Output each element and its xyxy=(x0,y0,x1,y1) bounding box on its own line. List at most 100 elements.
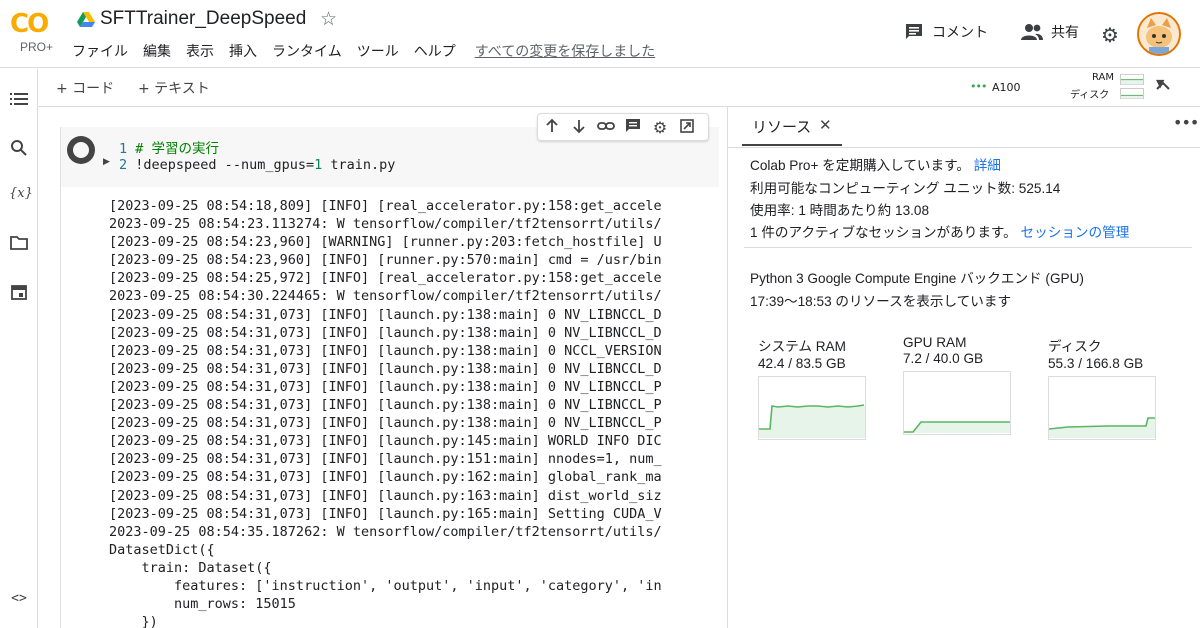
runtime-status[interactable]: ••• A100 RAM ディスク ▼ xyxy=(970,72,1170,103)
divider xyxy=(728,147,1200,148)
cell-settings-gear-icon[interactable]: ⚙ xyxy=(650,118,670,138)
menu-runtime[interactable]: ランタイム xyxy=(272,41,342,61)
colab-logo[interactable]: CO PRO+ xyxy=(10,9,58,57)
share-button[interactable]: 共有 xyxy=(1020,22,1079,42)
comment-icon[interactable] xyxy=(623,118,643,138)
people-icon xyxy=(1021,24,1043,40)
output-line: [2023-09-25 08:54:23,960] [INFO] [runner… xyxy=(109,252,662,269)
gauge-title: システム RAM xyxy=(758,339,846,354)
collapse-chevron-up-icon[interactable] xyxy=(1155,77,1171,96)
gpu-ram-gauge: GPU RAM 7.2 / 40.0 GB xyxy=(903,335,1023,435)
compute-units-text: 利用可能なコンピューティング ユニット数: 525.14 xyxy=(750,181,1061,196)
menu-edit[interactable]: 編集 xyxy=(143,41,171,61)
calendar-icon[interactable] xyxy=(9,283,29,303)
search-icon[interactable] xyxy=(9,139,29,159)
run-cell-button[interactable] xyxy=(67,136,95,164)
details-link[interactable]: 詳細 xyxy=(974,158,1001,173)
sessions-line: 1 件のアクティブなセッションがあります。 セッションの管理 xyxy=(750,221,1129,241)
disk-mini-bar xyxy=(1120,88,1144,99)
system-ram-chart xyxy=(758,376,866,440)
gauge-value: 55.3 / 166.8 GB xyxy=(1048,356,1144,371)
output-line: DatasetDict({ xyxy=(109,541,215,558)
output-line: [2023-09-25 08:54:31,073] [INFO] [launch… xyxy=(109,342,662,359)
menu-bar: ファイル 編集 表示 挿入 ランタイム ツール ヘルプ すべての変更を保存しまし… xyxy=(72,41,670,61)
menu-insert[interactable]: 挿入 xyxy=(229,41,257,61)
output-line: [2023-09-25 08:54:31,073] [INFO] [launch… xyxy=(109,306,662,323)
accelerator-label: A100 xyxy=(992,81,1021,94)
output-line: [2023-09-25 08:54:31,073] [INFO] [launch… xyxy=(109,433,662,450)
output-line: [2023-09-25 08:54:31,073] [INFO] [launch… xyxy=(109,360,662,377)
ram-mini-bar xyxy=(1120,74,1144,85)
disk-gauge: ディスク 55.3 / 166.8 GB xyxy=(1048,335,1168,440)
menu-tools[interactable]: ツール xyxy=(357,41,399,61)
output-line: [2023-09-25 08:54:23,960] [WARNING] [run… xyxy=(109,234,662,251)
output-line: [2023-09-25 08:54:31,073] [INFO] [launch… xyxy=(109,378,662,395)
time-range-text: 17:39〜18:53 のリソースを表示しています xyxy=(750,294,1012,309)
disk-chart xyxy=(1048,376,1156,440)
output-line: features: ['instruction', 'output', 'inp… xyxy=(109,577,662,594)
comment-button[interactable]: コメント xyxy=(904,22,988,42)
output-line: [2023-09-25 08:54:25,972] [INFO] [real_a… xyxy=(109,270,662,287)
close-icon[interactable]: ✕ xyxy=(819,116,832,134)
subscription-line: Colab Pro+ を定期購入しています。 詳細 xyxy=(750,154,1001,174)
output-line: 2023-09-25 08:54:30.224465: W tensorflow… xyxy=(109,288,662,305)
tab-indicator xyxy=(742,144,842,146)
menu-view[interactable]: 表示 xyxy=(186,41,214,61)
code-line: 1 # 学習の実行 xyxy=(119,137,219,157)
gauge-value: 7.2 / 40.0 GB xyxy=(903,351,984,366)
output-line: [2023-09-25 08:54:18,809] [INFO] [real_a… xyxy=(109,198,662,214)
open-in-tab-icon[interactable] xyxy=(677,118,697,138)
output-line: [2023-09-25 08:54:31,073] [INFO] [launch… xyxy=(109,505,662,522)
menu-file[interactable]: ファイル xyxy=(72,41,128,61)
resources-panel: リソース ✕ ••• Colab Pro+ を定期購入しています。 詳細 利用可… xyxy=(727,107,1200,628)
output-line: }) xyxy=(109,614,158,628)
drive-icon[interactable] xyxy=(77,12,95,32)
manage-sessions-link[interactable]: セッションの管理 xyxy=(1021,225,1130,240)
cell-output: [2023-09-25 08:54:18,809] [INFO] [real_a… xyxy=(109,197,715,628)
add-code-button[interactable]: + コード xyxy=(56,78,114,98)
move-down-arrow-icon[interactable] xyxy=(569,118,589,138)
output-line: [2023-09-25 08:54:31,073] [INFO] [launch… xyxy=(109,324,662,341)
settings-gear-icon[interactable]: ⚙ xyxy=(1101,23,1119,47)
comment-label: コメント xyxy=(932,25,988,41)
line-number: 2 xyxy=(119,157,128,173)
code-snippets-icon[interactable]: <> xyxy=(9,591,29,611)
ram-label: RAM xyxy=(1092,72,1115,83)
more-options-icon[interactable]: ••• xyxy=(1173,113,1199,132)
divider xyxy=(744,247,1192,248)
variables-icon[interactable]: {x} xyxy=(9,186,33,206)
notebook-area: ▶ 1 # 学習の実行 2 !deepspeed --num_gpus=1 tr… xyxy=(38,107,747,628)
code-line: 2 !deepspeed --num_gpus=1 train.py xyxy=(119,157,395,173)
app-header: CO PRO+ SFTTrainer_DeepSpeed ☆ ファイル 編集 表… xyxy=(0,0,1200,68)
code-comment: # 学習の実行 xyxy=(135,141,220,157)
code-number: 1 xyxy=(314,157,323,173)
link-icon[interactable] xyxy=(596,118,616,138)
cell-toolbar: ⚙ xyxy=(537,113,709,141)
logo-badge: PRO+ xyxy=(20,40,54,54)
system-ram-gauge: システム RAM 42.4 / 83.5 GB xyxy=(758,335,878,440)
expand-caret-icon[interactable]: ▶ xyxy=(103,157,110,167)
gauge-title: GPU RAM xyxy=(903,335,967,350)
code-cell[interactable]: ▶ 1 # 学習の実行 2 !deepspeed --num_gpus=1 tr… xyxy=(60,113,747,628)
notebook-toolbar: + コード + テキスト ••• A100 RAM ディスク ▼ xyxy=(38,69,1200,107)
output-line: 2023-09-25 08:54:35.187262: W tensorflow… xyxy=(109,523,662,540)
move-up-arrow-icon[interactable] xyxy=(542,118,562,138)
menu-help[interactable]: ヘルプ xyxy=(414,41,456,61)
add-text-button[interactable]: + テキスト xyxy=(138,78,210,98)
star-icon[interactable]: ☆ xyxy=(320,8,337,30)
table-of-contents-icon[interactable] xyxy=(9,91,29,111)
resources-tab[interactable]: リソース xyxy=(752,116,811,137)
notebook-title[interactable]: SFTTrainer_DeepSpeed xyxy=(100,8,306,30)
user-avatar[interactable] xyxy=(1137,12,1181,56)
output-line: [2023-09-25 08:54:31,073] [INFO] [launch… xyxy=(109,451,662,468)
gauge-title: ディスク xyxy=(1048,339,1102,354)
save-status[interactable]: すべての変更を保存しました xyxy=(475,41,655,61)
left-rail: {x} <> xyxy=(0,69,38,628)
subscription-text: Colab Pro+ を定期購入しています。 xyxy=(750,158,970,173)
sessions-text: 1 件のアクティブなセッションがあります。 xyxy=(750,225,1017,240)
output-line: num_rows: 15015 xyxy=(109,596,296,613)
comment-icon xyxy=(906,24,922,39)
share-label: 共有 xyxy=(1051,25,1079,41)
gauge-value: 42.4 / 83.5 GB xyxy=(758,356,846,371)
folder-icon[interactable] xyxy=(9,235,29,255)
